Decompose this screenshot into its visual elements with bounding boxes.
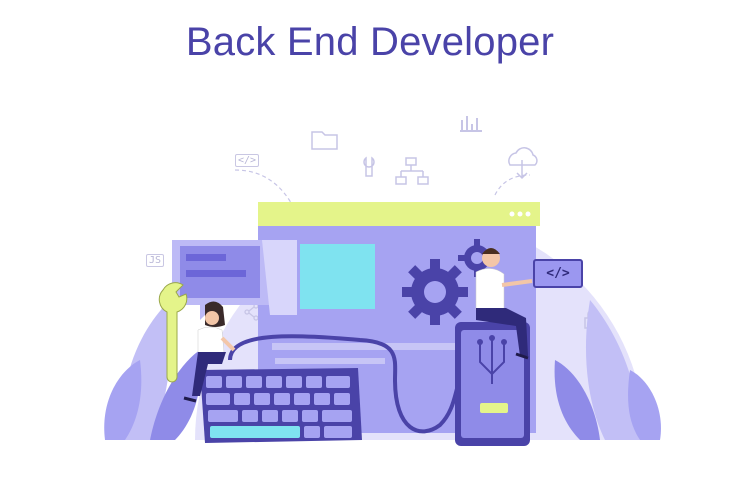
gear-icon xyxy=(402,259,468,325)
code-icon-small: </> xyxy=(235,154,260,167)
hierarchy-icon xyxy=(395,157,429,185)
wrench-icon xyxy=(363,156,375,177)
illustration xyxy=(104,116,661,446)
js-file-icon: JS xyxy=(146,254,165,267)
speech-bubble xyxy=(172,240,297,320)
leaves-left xyxy=(104,300,201,440)
dashed-curve-right xyxy=(494,174,531,196)
cloud-download-icon xyxy=(508,147,538,180)
bar-chart-icon xyxy=(460,116,482,132)
keyboard xyxy=(200,368,362,443)
folder-icon xyxy=(311,131,338,150)
code-icon: </> xyxy=(533,259,583,288)
